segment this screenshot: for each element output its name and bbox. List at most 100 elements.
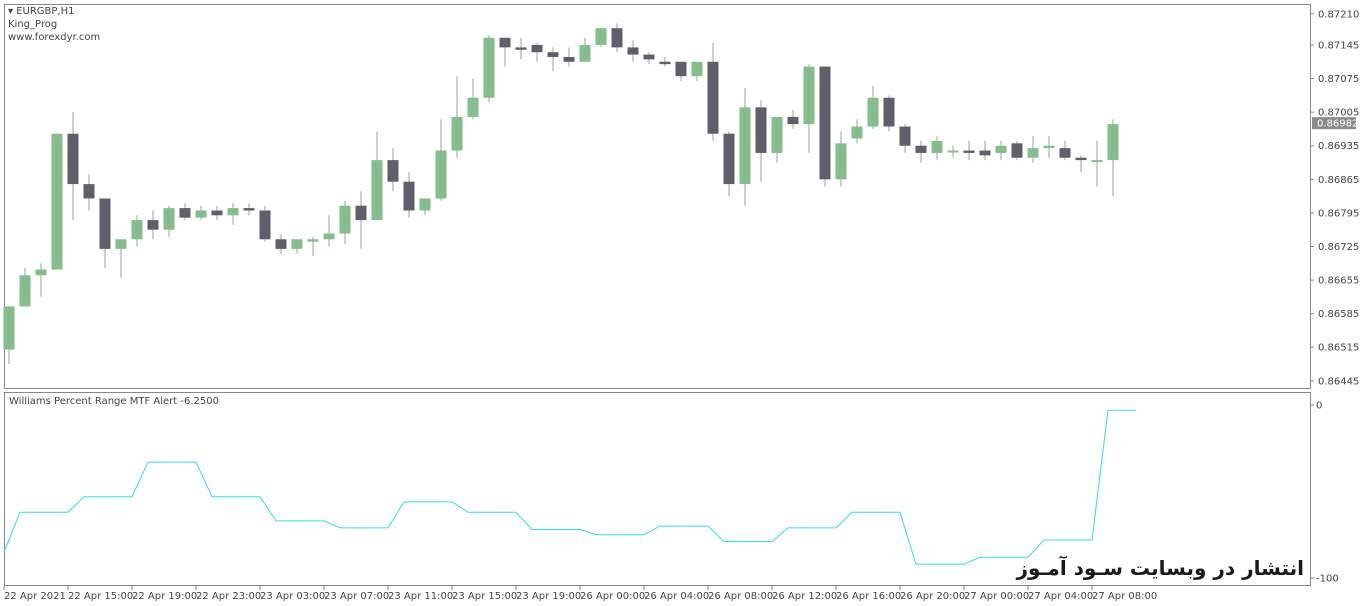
wpr-series [3, 409, 1136, 565]
candle [35, 263, 47, 297]
candle-body-bear [355, 205, 367, 221]
candle [675, 61, 687, 81]
candle-body-bull [867, 97, 879, 127]
candle [595, 28, 607, 48]
candle-body-bear [627, 47, 639, 55]
symbol-label[interactable]: ▾ EURGBP,H1 [8, 5, 100, 18]
candle-body-bull [339, 205, 351, 234]
candle [1011, 140, 1023, 161]
price-tick-label: 0.86935 [1318, 141, 1359, 152]
chart-terminal[interactable]: 0.87210 0.87145 0.87075 0.87005 0.86935 0.868… [0, 0, 1360, 606]
candle [547, 47, 559, 72]
time-tick-label: 27 Apr 08:00 [1092, 591, 1157, 602]
candle [387, 148, 399, 192]
candle-body-bull [35, 269, 47, 276]
candle [403, 172, 415, 218]
candle-body-bear [819, 66, 831, 180]
candle-body-bear [99, 198, 111, 249]
candle-body-bull [3, 306, 15, 350]
indicator-title: Williams Percent Range MTF Alert -6.2500 [9, 396, 219, 407]
candle [371, 131, 383, 221]
candle-body-bear [899, 126, 911, 146]
candle-body-bear [275, 239, 287, 249]
candle [707, 42, 719, 141]
candle-body-bull [451, 116, 463, 151]
candle-body-bull [467, 97, 479, 117]
candle-body-bear [403, 181, 415, 211]
candle [3, 306, 15, 365]
candle-body-bull [323, 233, 335, 240]
time-tick-label: 26 Apr 20:00 [900, 591, 965, 602]
candle [19, 268, 31, 307]
candle-body-bear [515, 47, 527, 50]
price-tick-label: 0.86445 [1318, 376, 1359, 387]
candle-body-bull [1043, 145, 1055, 149]
candle-body-bear [531, 44, 543, 53]
time-tick-label: 26 Apr 04:00 [644, 591, 709, 602]
candle [227, 203, 239, 225]
wpr-line [3, 409, 1136, 565]
candle [483, 35, 495, 103]
price-tick-label: 0.86725 [1318, 242, 1359, 253]
candle [419, 198, 431, 216]
candle-body-bull [1027, 148, 1039, 158]
candle [291, 239, 303, 254]
candle [1027, 136, 1039, 163]
candle [643, 52, 655, 65]
expert-name: King_Prog [8, 19, 58, 30]
candle-body-bull [771, 116, 783, 153]
candle-body-bear [1059, 148, 1071, 158]
candle [99, 198, 111, 269]
candle [499, 37, 511, 67]
candle-body-bear [243, 208, 255, 211]
candle [691, 61, 703, 81]
candle-body-bear [563, 56, 575, 62]
candle [1043, 136, 1055, 158]
candle [899, 124, 911, 153]
candles [3, 23, 1119, 365]
candle-body-bear [1075, 157, 1087, 161]
candle-body-bear [179, 208, 191, 218]
candle [723, 131, 735, 197]
indicator-axis: 0 -100 [1310, 401, 1339, 585]
price-tick-label: 0.87210 [1318, 9, 1359, 20]
candle [659, 56, 671, 67]
candle [867, 85, 879, 129]
candle [819, 66, 831, 187]
candle-body-bull [419, 198, 431, 211]
candle [1091, 140, 1103, 187]
time-tick-label: 27 Apr 04:00 [1028, 591, 1093, 602]
candle [963, 140, 975, 161]
price-axis: 0.87210 0.87145 0.87075 0.87005 0.86935 0.868… [1310, 9, 1359, 387]
candle-body-bull [163, 208, 175, 230]
candle-body-bear [659, 61, 671, 65]
candle [611, 23, 623, 53]
candle-body-bull [115, 239, 127, 249]
candle-body-bull [595, 28, 607, 45]
candle [259, 205, 271, 242]
price-panel-frame [4, 4, 1311, 389]
candle [947, 145, 959, 158]
time-tick-label: 23 Apr 07:00 [324, 591, 389, 602]
candle [755, 100, 767, 182]
candle [179, 203, 191, 221]
candle [739, 88, 751, 206]
candle-body-bear [723, 133, 735, 185]
candle-body-bear [979, 150, 991, 156]
chart-info: ▾ EURGBP,H1 King_Prog www.forexdyr.com [8, 5, 100, 44]
indicator-tick-label: 0 [1316, 401, 1322, 412]
candle-body-bull [691, 61, 703, 77]
candle [211, 205, 223, 221]
candle [803, 64, 815, 153]
candle [451, 76, 463, 158]
price-tick-label: 0.87145 [1318, 40, 1359, 51]
candle-body-bull [371, 160, 383, 221]
candle-body-bear [259, 210, 271, 240]
candle [995, 140, 1007, 161]
candle [1059, 140, 1071, 161]
time-tick-label: 23 Apr 03:00 [260, 591, 325, 602]
candle [531, 42, 543, 62]
watermark-text: انتشار در وبسایت سـود آمـوز [1016, 556, 1304, 580]
candle [163, 205, 175, 237]
candle-body-bull [1107, 124, 1119, 161]
